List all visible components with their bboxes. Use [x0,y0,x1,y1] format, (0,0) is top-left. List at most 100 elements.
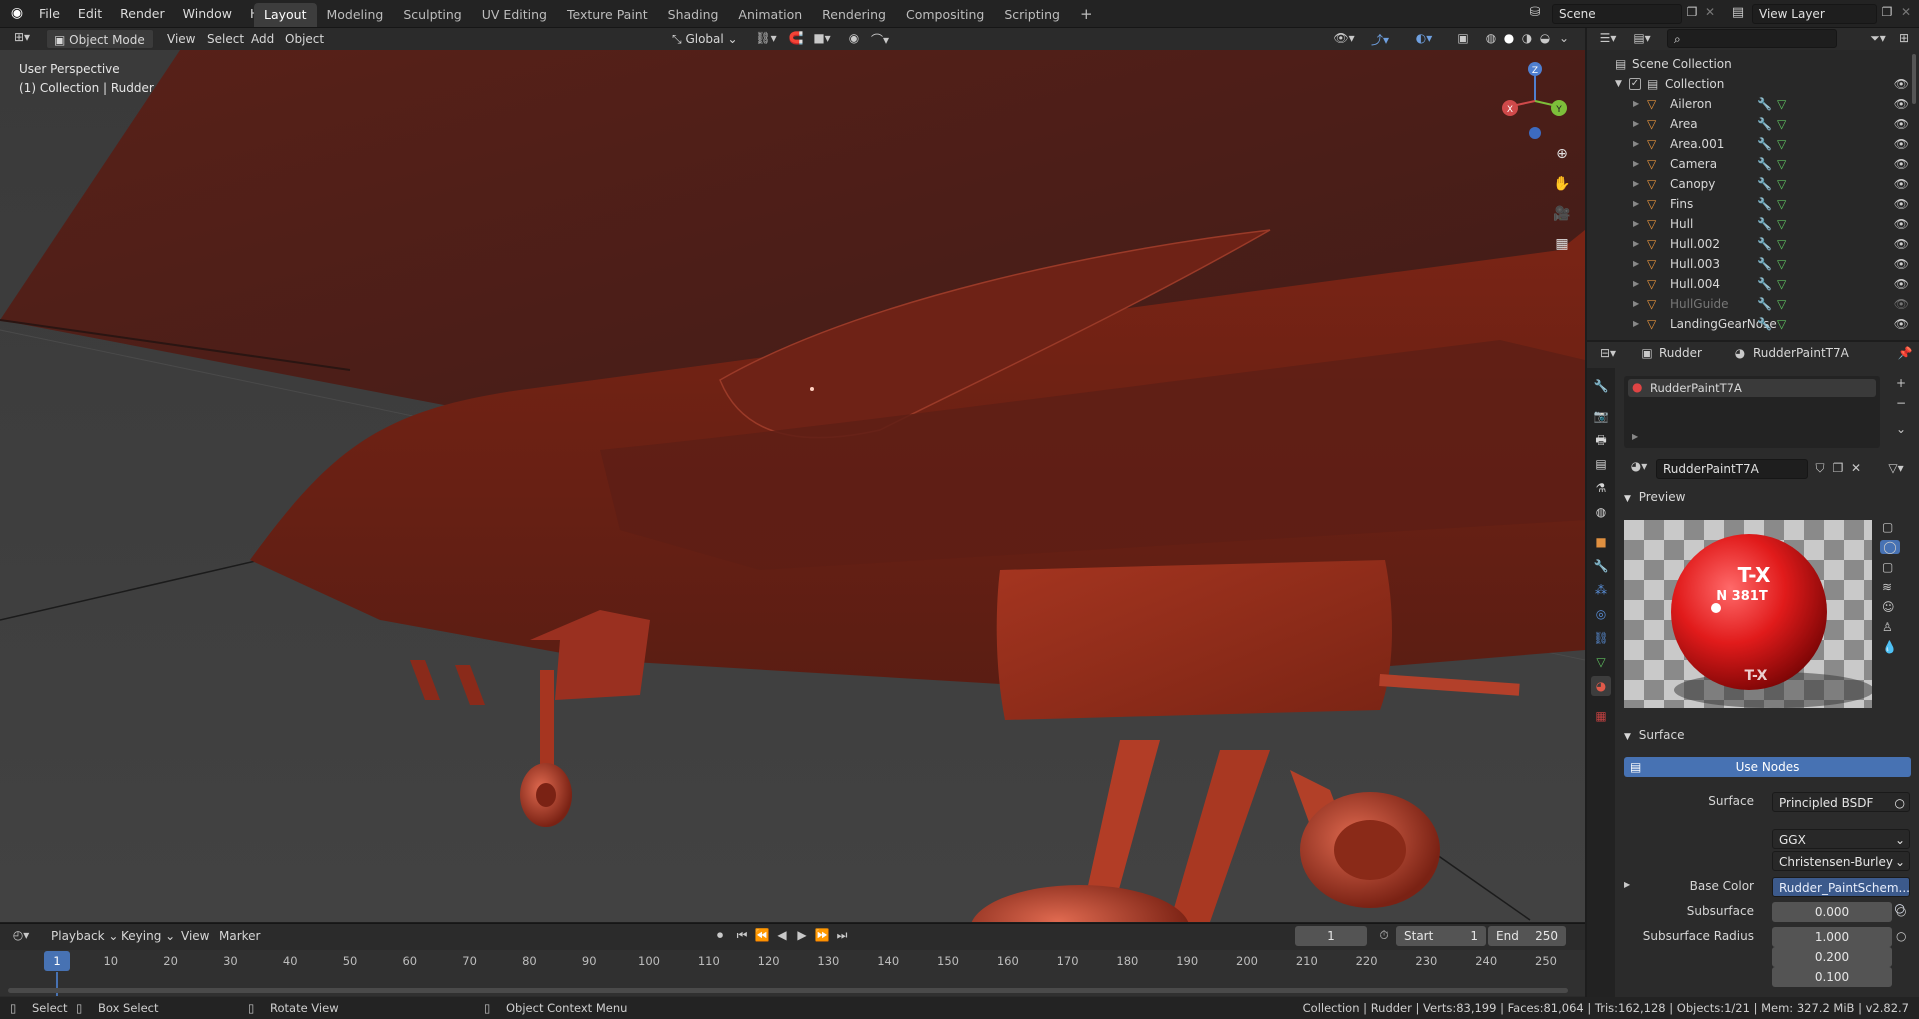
prev-keyframe-icon[interactable]: ⏪ [754,928,770,942]
outliner-row[interactable]: ▶ ▽ HullGuide 🔧 ▽ 👁 [1587,294,1919,314]
subsurface-radius-x[interactable]: 1.000 [1772,927,1892,947]
outliner-row[interactable]: ▶ ▽ Canopy 🔧 ▽ 👁 [1587,174,1919,194]
surface-shader-dropdown[interactable]: Principled BSDF ○ [1772,792,1910,812]
tab-rendering[interactable]: Rendering [812,3,896,27]
end-frame-field[interactable]: End 250 [1488,926,1566,946]
eye-icon[interactable]: 👁 [1894,314,1909,334]
menu-object[interactable]: Object [278,29,331,49]
expand-arrow-icon[interactable]: ▶ [1633,114,1639,134]
menu-edit[interactable]: Edit [69,0,111,28]
subsurface-radius-z[interactable]: 0.100 [1772,967,1892,987]
solid-shading-icon[interactable]: ● [1500,31,1518,45]
pan-hand-icon[interactable]: ✋ [1551,176,1573,192]
eye-icon[interactable]: 👁 [1894,94,1909,114]
eye-icon[interactable]: 👁 [1894,194,1909,214]
tab-uv-editing[interactable]: UV Editing [472,3,557,27]
material-name-field[interactable]: RudderPaintT7A [1656,459,1808,479]
tab-layout[interactable]: Layout [254,3,317,27]
outliner-row[interactable]: ▶ ▽ Hull 🔧 ▽ 👁 [1587,214,1919,234]
timeline-editor-icon[interactable]: ◴▾ [8,928,34,942]
zoom-icon[interactable]: ⊕ [1551,146,1573,162]
new-view-layer-icon[interactable]: ❐ [1879,5,1895,19]
xray-icon[interactable]: ▣ [1454,31,1472,45]
mode-dropdown[interactable]: ▣ Object Mode ⌄ [46,29,154,67]
outliner-row[interactable]: ▶ ▽ Hull.002 🔧 ▽ 👁 [1587,234,1919,254]
blender-logo-icon[interactable]: ◉ [8,5,26,23]
tab-animation[interactable]: Animation [728,3,812,27]
display-mode-icon[interactable]: ▤▾ [1629,31,1655,45]
socket-icon[interactable]: ○ [1896,904,1906,918]
tab-scripting[interactable]: Scripting [994,3,1070,27]
gizmo-toggle-icon[interactable]: ⤴▾ [1366,31,1394,48]
breadcrumb-object[interactable]: Rudder [1659,346,1702,360]
preview-section-header[interactable]: ▼ Preview [1624,490,1884,510]
menu-marker[interactable]: Marker [212,926,267,946]
view-layer-icon[interactable]: ▤ [1728,5,1748,20]
filter-icon[interactable]: ⏷▾ [1865,31,1891,46]
next-keyframe-icon[interactable]: ⏩ [814,928,830,942]
modifier-icon[interactable]: 🔧 [1757,294,1772,314]
expand-arrow-icon[interactable]: ▶ [1633,294,1639,314]
add-slot-icon[interactable]: + [1893,376,1909,390]
material-slot-list[interactable]: ● RudderPaintT7A ▶ [1624,376,1880,448]
menu-render[interactable]: Render [111,0,174,28]
modifier-icon[interactable]: 🔧 [1757,314,1772,334]
falloff-icon[interactable]: ⌒▾ [866,31,894,48]
browse-material-icon[interactable]: ◕▾ [1626,459,1652,473]
view-layer-tab-icon[interactable]: ▤ [1591,454,1611,474]
mesh-data-icon[interactable]: ▽ [1777,214,1786,234]
modifier-tab-icon[interactable]: 🔧 [1591,556,1611,576]
base-color-link[interactable]: Rudder_PaintSchem... ○ [1772,877,1910,915]
eye-icon[interactable]: 👁 [1894,154,1909,174]
eye-icon[interactable]: 👁 [1894,174,1909,194]
tool-tab-icon[interactable]: 🔧 [1591,376,1611,396]
jump-end-icon[interactable]: ⏭ [834,928,850,943]
modifier-icon[interactable]: 🔧 [1757,214,1772,234]
gizmo-neg-z-ball[interactable] [1529,127,1541,139]
timeline-track[interactable]: 10 20 30 40 50 60 70 80 90 100 110 120 130 140 150 160 1… [0,950,1585,996]
menu-file[interactable]: File [30,0,69,28]
subsurface-field[interactable]: 0.000 [1772,902,1892,922]
mesh-data-icon[interactable]: ▽ [1777,254,1786,274]
new-collection-icon[interactable]: ⊞ [1895,31,1913,45]
visibility-icon[interactable]: 👁▾ [1330,31,1358,45]
outliner-row[interactable]: ▶ ▽ Hull.004 🔧 ▽ 👁 [1587,274,1919,294]
mesh-data-icon[interactable]: ▽ [1777,314,1786,334]
overlay-toggle-icon[interactable]: ◐▾ [1410,31,1438,45]
expand-arrow-icon[interactable]: ▶ [1633,254,1639,274]
menu-window[interactable]: Window [174,0,241,28]
play-reverse-icon[interactable]: ◀ [774,928,790,942]
mesh-data-icon[interactable]: ▽ [1777,194,1786,214]
preview-monkey-icon[interactable]: ☺ [1882,600,1895,614]
menu-view[interactable]: View [160,29,202,49]
snap-icon[interactable]: 🧲 [788,31,804,45]
navigation-gizmo[interactable]: Z X Y [1500,56,1570,141]
tab-sculpting[interactable]: Sculpting [393,3,471,27]
outliner-row[interactable]: ▶ ▽ Area.001 🔧 ▽ 👁 [1587,134,1919,154]
outliner-row[interactable]: ▶ ▽ Area 🔧 ▽ 👁 [1587,114,1919,134]
new-scene-icon[interactable]: ❐ [1684,5,1700,19]
expand-arrow-icon[interactable]: ▶ [1633,214,1639,234]
physics-tab-icon[interactable]: ◎ [1591,604,1611,624]
pivot-icon[interactable]: ⛓▾ [752,31,780,45]
socket-icon[interactable]: ○ [1896,929,1906,943]
slot-specials-icon[interactable]: ⌄ [1893,422,1909,436]
modifier-icon[interactable]: 🔧 [1757,114,1772,134]
eye-icon[interactable]: 👁 [1894,234,1909,254]
unlink-material-icon[interactable]: ✕ [1848,461,1864,475]
clock-icon[interactable]: ⏱ [1376,928,1392,943]
mesh-data-icon[interactable]: ▽ [1777,274,1786,294]
shading-options-icon[interactable]: ⌄ [1556,31,1572,45]
scene-icon[interactable]: ⛁ [1525,5,1545,20]
constraints-tab-icon[interactable]: ⛓ [1591,628,1611,648]
pin-icon[interactable]: 📌 [1897,346,1913,360]
menu-keying[interactable]: Keying ⌄ [114,926,182,946]
surface-section-header[interactable]: ▼ Surface [1624,728,1884,748]
ortho-grid-icon[interactable]: ▦ [1551,236,1573,252]
use-nodes-button[interactable]: ▤ Use Nodes [1624,757,1911,777]
modifier-icon[interactable]: 🔧 [1757,234,1772,254]
tab-shading[interactable]: Shading [658,3,729,27]
scene-field[interactable]: Scene [1552,4,1682,24]
eye-icon[interactable]: 👁 [1894,74,1909,94]
tab-modeling[interactable]: Modeling [317,3,394,27]
